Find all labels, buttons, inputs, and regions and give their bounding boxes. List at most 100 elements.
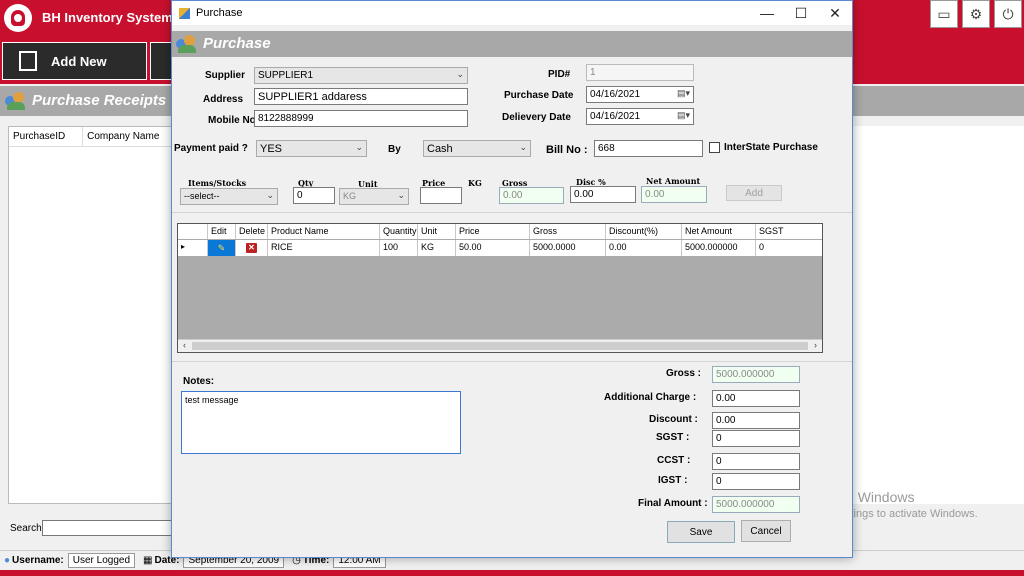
additional-charge-field[interactable]: 0.00 — [712, 390, 800, 407]
chevron-down-icon: ⌄ — [355, 142, 363, 152]
by-value: Cash — [427, 143, 453, 155]
calendar-icon: ▤▾ — [676, 88, 690, 98]
gross-total-label: Gross : — [666, 368, 702, 379]
dialog-title: Purchase — [196, 7, 243, 19]
cell-sgst[interactable]: 0 — [756, 240, 822, 256]
add-new-button[interactable]: Add New — [2, 42, 147, 80]
qty-field[interactable]: 0 — [293, 187, 335, 204]
document-icon — [19, 51, 37, 71]
delete-icon[interactable]: ✕ — [246, 243, 257, 253]
receipts-grid[interactable]: PurchaseID Company Name — [8, 126, 178, 504]
delivery-date-picker[interactable]: 04/16/2021 ▤▾ — [586, 108, 694, 125]
by-select[interactable]: Cash ⌄ — [423, 140, 531, 157]
column-header-gross[interactable]: Gross — [530, 224, 606, 239]
chevron-down-icon: ⌄ — [456, 69, 464, 79]
receipts-title: Purchase Receipts — [32, 92, 167, 109]
dialog-titlebar[interactable]: Purchase — ☐ ✕ — [172, 1, 852, 25]
row-selector-icon[interactable]: ▸ — [178, 240, 208, 256]
add-item-button[interactable]: Add — [726, 185, 782, 201]
app-window-icon — [179, 7, 190, 19]
ccst-field[interactable]: 0 — [712, 453, 800, 470]
app-title: BH Inventory System — [42, 10, 173, 25]
scroll-thumb[interactable] — [192, 342, 808, 350]
column-header-company[interactable]: Company Name — [83, 127, 177, 146]
cell-unit[interactable]: KG — [418, 240, 456, 256]
column-header-edit[interactable]: Edit — [208, 224, 236, 239]
sgst-field[interactable]: 0 — [712, 430, 800, 447]
purchase-dialog: Purchase — ☐ ✕ Purchase Supplier SUPPLIE… — [171, 0, 853, 558]
pid-field: 1 — [586, 64, 694, 81]
username-label: Username: — [12, 555, 64, 566]
horizontal-scrollbar[interactable]: ‹ › — [178, 339, 822, 352]
column-header-sgst[interactable]: SGST — [756, 224, 822, 239]
purchase-date-label: Purchase Date — [504, 90, 574, 101]
column-header-product[interactable]: Product Name — [268, 224, 380, 239]
column-header-delete[interactable]: Delete — [236, 224, 268, 239]
search-input[interactable] — [42, 520, 177, 536]
column-header-quantity[interactable]: Quantity — [380, 224, 418, 239]
chevron-down-icon: ⌄ — [397, 190, 405, 200]
cell-quantity[interactable]: 100 — [380, 240, 418, 256]
cancel-button[interactable]: Cancel — [741, 520, 791, 542]
purchase-date-value: 04/16/2021 — [590, 89, 641, 100]
payment-value: YES — [260, 143, 283, 155]
cell-net-amount[interactable]: 5000.000000 — [682, 240, 756, 256]
maximize-icon[interactable]: ☐ — [784, 1, 818, 25]
edit-icon[interactable]: ✎ — [208, 240, 236, 256]
bill-label: Bill No : — [546, 144, 588, 156]
column-header-unit[interactable]: Unit — [418, 224, 456, 239]
item-select[interactable]: --select-- ⌄ — [180, 188, 278, 205]
add-new-label: Add New — [51, 53, 107, 69]
column-header-price[interactable]: Price — [456, 224, 530, 239]
discount-total-label: Discount : — [649, 414, 698, 425]
discount-total-field[interactable]: 0.00 — [712, 412, 800, 429]
cell-gross[interactable]: 5000.0000 — [530, 240, 606, 256]
supplier-label: Supplier — [205, 70, 246, 81]
users-icon — [176, 35, 198, 53]
delete-cell[interactable]: ✕ — [236, 240, 268, 256]
cell-discount[interactable]: 0.00 — [606, 240, 682, 256]
final-amount-label: Final Amount : — [638, 498, 708, 509]
interstate-checkbox[interactable] — [709, 142, 720, 153]
window-icon[interactable]: ▭ — [930, 0, 958, 28]
price-field[interactable] — [420, 187, 462, 204]
scroll-right-icon[interactable]: › — [809, 340, 822, 352]
cell-price[interactable]: 50.00 — [456, 240, 530, 256]
net-label: Net Amount — [646, 176, 701, 186]
gear-icon[interactable]: ⚙ — [962, 0, 990, 28]
bill-field[interactable]: 668 — [594, 140, 703, 157]
chevron-down-icon: ⌄ — [519, 142, 527, 152]
items-label: Items/Stocks — [188, 178, 247, 188]
address-field[interactable]: SUPPLIER1 addaress — [254, 88, 468, 105]
unit-select[interactable]: KG ⌄ — [339, 188, 409, 205]
table-row[interactable]: ▸ ✎ ✕ RICE 100 KG 50.00 5000.0000 0.00 5… — [178, 240, 822, 257]
bottom-stripe — [0, 570, 1024, 576]
scroll-left-icon[interactable]: ‹ — [178, 340, 191, 352]
interstate-label: InterState Purchase — [724, 142, 818, 153]
gross-total-field: 5000.000000 — [712, 366, 800, 383]
close-icon[interactable]: ✕ — [818, 1, 852, 25]
igst-field[interactable]: 0 — [712, 473, 800, 490]
calendar-icon: ▤▾ — [676, 110, 690, 120]
power-icon[interactable]: ⏻ — [994, 0, 1022, 28]
app-logo — [4, 4, 32, 32]
notes-textarea[interactable]: test message — [181, 391, 461, 454]
column-header-discount[interactable]: Discount(%) — [606, 224, 682, 239]
separator — [172, 212, 852, 213]
purchase-date-picker[interactable]: 04/16/2021 ▤▾ — [586, 86, 694, 103]
payment-select[interactable]: YES ⌄ — [256, 140, 367, 157]
cell-product[interactable]: RICE — [268, 240, 380, 256]
receipts-grid-right — [852, 126, 1024, 504]
items-grid[interactable]: Edit Delete Product Name Quantity Unit P… — [177, 223, 823, 353]
column-header-net-amount[interactable]: Net Amount — [682, 224, 756, 239]
supplier-value: SUPPLIER1 — [258, 70, 314, 81]
supplier-select[interactable]: SUPPLIER1 ⌄ — [254, 67, 468, 84]
column-header-purchaseid[interactable]: PurchaseID — [9, 127, 84, 146]
save-button[interactable]: Save — [667, 521, 735, 543]
mobile-field[interactable]: 8122888999 — [254, 110, 468, 127]
calendar-icon: ▦ — [143, 555, 153, 566]
delivery-date-label: Delievery Date — [502, 112, 571, 123]
disc-field[interactable]: 0.00 — [570, 186, 636, 203]
user-icon: ● — [4, 555, 11, 566]
minimize-icon[interactable]: — — [750, 1, 784, 25]
